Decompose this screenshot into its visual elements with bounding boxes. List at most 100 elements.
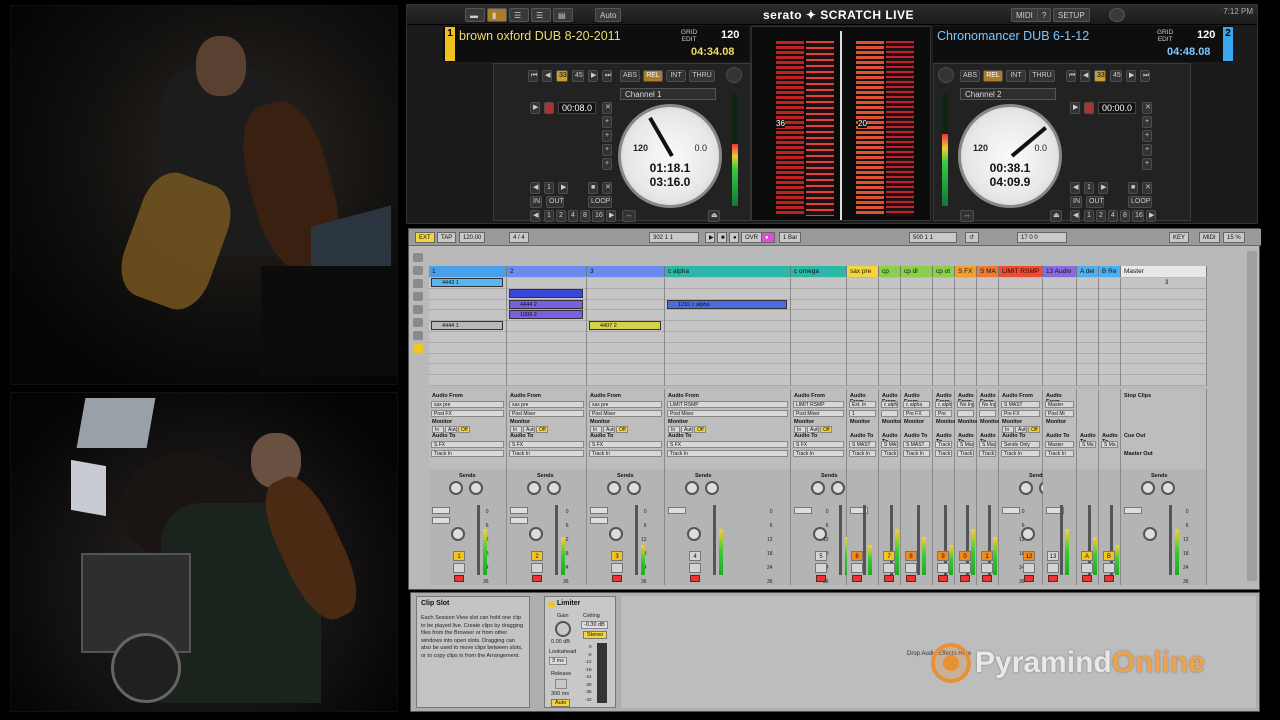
track-header[interactable]: 1 — [429, 266, 507, 277]
browser-icon-1[interactable] — [413, 253, 423, 262]
clip-slot[interactable] — [429, 375, 506, 386]
solo-button[interactable] — [531, 563, 543, 573]
clip-slot[interactable] — [1043, 321, 1076, 332]
clip-slot[interactable] — [879, 321, 900, 332]
input-channel-select[interactable]: Post Mixer — [793, 410, 844, 417]
loop-delete-icon[interactable]: ✕ — [602, 182, 612, 194]
audio-to-select[interactable]: S FX — [793, 441, 844, 448]
solo-button[interactable] — [851, 563, 863, 573]
record-arm-icon[interactable]: ● — [761, 232, 775, 243]
view-mode-button-5[interactable]: ▤ — [553, 8, 573, 22]
right-platter[interactable]: 120 0.0 00:38.1 04:09.9 — [958, 104, 1062, 208]
gain-knob-icon[interactable] — [555, 621, 571, 637]
loop-delete-icon[interactable]: ✕ — [1142, 182, 1152, 194]
solo-button[interactable] — [981, 563, 993, 573]
view-mode-button-2[interactable]: ▮ — [487, 8, 507, 22]
add-cue-icon-1[interactable]: + — [1142, 116, 1152, 128]
audio-to-select[interactable]: Sends Only — [1001, 441, 1040, 448]
clip-slot[interactable] — [1099, 278, 1120, 289]
monitor-auto-button[interactable]: Auto — [681, 426, 693, 433]
browser-icon-3[interactable] — [413, 279, 423, 288]
track-header[interactable]: cp — [879, 266, 901, 277]
clip-slot[interactable] — [1077, 343, 1098, 354]
audio-to-select[interactable]: S FX — [509, 441, 584, 448]
send-knob-b[interactable] — [831, 481, 845, 495]
clip-slot[interactable] — [587, 310, 664, 322]
audio-from-select[interactable]: sax pre — [509, 401, 584, 408]
monitor-in-button[interactable]: In — [668, 426, 680, 433]
track-in-select[interactable]: Track In — [1001, 450, 1040, 457]
autoloop-2[interactable]: 2 — [556, 210, 566, 222]
clip-slot[interactable] — [847, 310, 878, 322]
int-button[interactable]: INT — [1006, 70, 1026, 82]
clip-slot[interactable] — [587, 375, 664, 386]
arm-record-button[interactable] — [960, 575, 970, 582]
clip-slot[interactable] — [847, 354, 878, 365]
volume-knob-icon[interactable] — [1109, 8, 1125, 22]
clip-slot[interactable] — [1099, 364, 1120, 376]
device-power-icon[interactable] — [548, 601, 555, 608]
clip-slot[interactable] — [665, 364, 790, 376]
abs-button[interactable]: ABS — [620, 70, 640, 82]
clip-slot[interactable] — [1121, 278, 1206, 289]
track-header[interactable]: c omega — [791, 266, 847, 277]
browser-icon-2[interactable] — [413, 266, 423, 275]
autoloop-prev-icon[interactable]: ◀ — [1070, 210, 1080, 222]
clip-slot[interactable] — [791, 354, 846, 365]
monitor-off-button[interactable]: Off — [820, 426, 832, 433]
volume-fader[interactable] — [839, 505, 842, 575]
audio-from-select[interactable]: No Inp — [957, 401, 974, 408]
clip-slot[interactable] — [847, 364, 878, 376]
audio-to-select[interactable]: S FX — [667, 441, 788, 448]
clip-slot[interactable] — [1099, 375, 1120, 386]
clip-slot[interactable] — [791, 300, 846, 311]
clip-slot[interactable] — [665, 375, 790, 386]
volume-value[interactable]: -0.94 — [1002, 507, 1020, 514]
track-activator[interactable]: 4 — [689, 551, 701, 561]
arm-record-button[interactable] — [690, 575, 700, 582]
audio-from-select[interactable]: Master — [1045, 401, 1074, 408]
add-cue-icon-4[interactable]: + — [602, 158, 612, 170]
setup-button[interactable]: SETUP — [1053, 8, 1090, 22]
clip-slot[interactable] — [429, 332, 506, 343]
clip-slot[interactable] — [879, 332, 900, 343]
clip-slot[interactable] — [847, 321, 878, 332]
audio-to-select[interactable]: S FX — [589, 441, 662, 448]
clip-slot[interactable] — [665, 332, 790, 343]
help-button[interactable]: ? — [1037, 8, 1052, 22]
send-knob-a[interactable] — [1019, 481, 1033, 495]
eject-icon[interactable]: ⏏ — [708, 210, 720, 222]
clip-slot[interactable] — [933, 364, 954, 376]
clip[interactable]: 4444 1 — [431, 321, 503, 331]
record-icon[interactable]: ● — [729, 232, 739, 243]
clip-slot[interactable] — [933, 310, 954, 322]
clip-slot[interactable] — [1099, 321, 1120, 332]
monitor-in-button[interactable]: In — [510, 426, 522, 433]
clip-slot[interactable] — [587, 332, 664, 343]
track-header[interactable]: 2 — [507, 266, 587, 277]
audio-to-select[interactable]: Track — [935, 441, 952, 448]
clip-slot[interactable] — [507, 354, 586, 365]
track-activator[interactable]: 12 — [1023, 551, 1035, 561]
clip-slot[interactable] — [1077, 300, 1098, 311]
clip-slot[interactable] — [879, 343, 900, 354]
track-header[interactable]: A del — [1077, 266, 1099, 277]
clip-slot[interactable] — [977, 354, 998, 365]
clip-slot[interactable] — [999, 364, 1042, 376]
play-cue-icon[interactable]: ▶ — [1070, 102, 1080, 114]
clip-slot[interactable] — [507, 321, 586, 332]
clip-slot[interactable] — [587, 289, 664, 300]
quantization-select[interactable]: 1 Bar — [779, 232, 802, 243]
track-activator[interactable]: B — [1103, 551, 1115, 561]
clip[interactable]: 4444 2 — [509, 299, 583, 309]
volume-fader[interactable] — [917, 505, 920, 575]
audio-from-select[interactable]: c alpha — [935, 401, 952, 408]
clip-slot[interactable] — [977, 375, 998, 386]
input-channel-select[interactable]: Post Mixer — [509, 410, 584, 417]
autoloop-2[interactable]: 2 — [1096, 210, 1106, 222]
track-in-select[interactable]: Track In — [793, 450, 844, 457]
clip-slot[interactable] — [999, 289, 1042, 300]
clip-slot[interactable] — [933, 321, 954, 332]
monitor-auto-button[interactable]: Auto — [603, 426, 615, 433]
volume-value-2[interactable]: -0.2 — [510, 517, 528, 524]
